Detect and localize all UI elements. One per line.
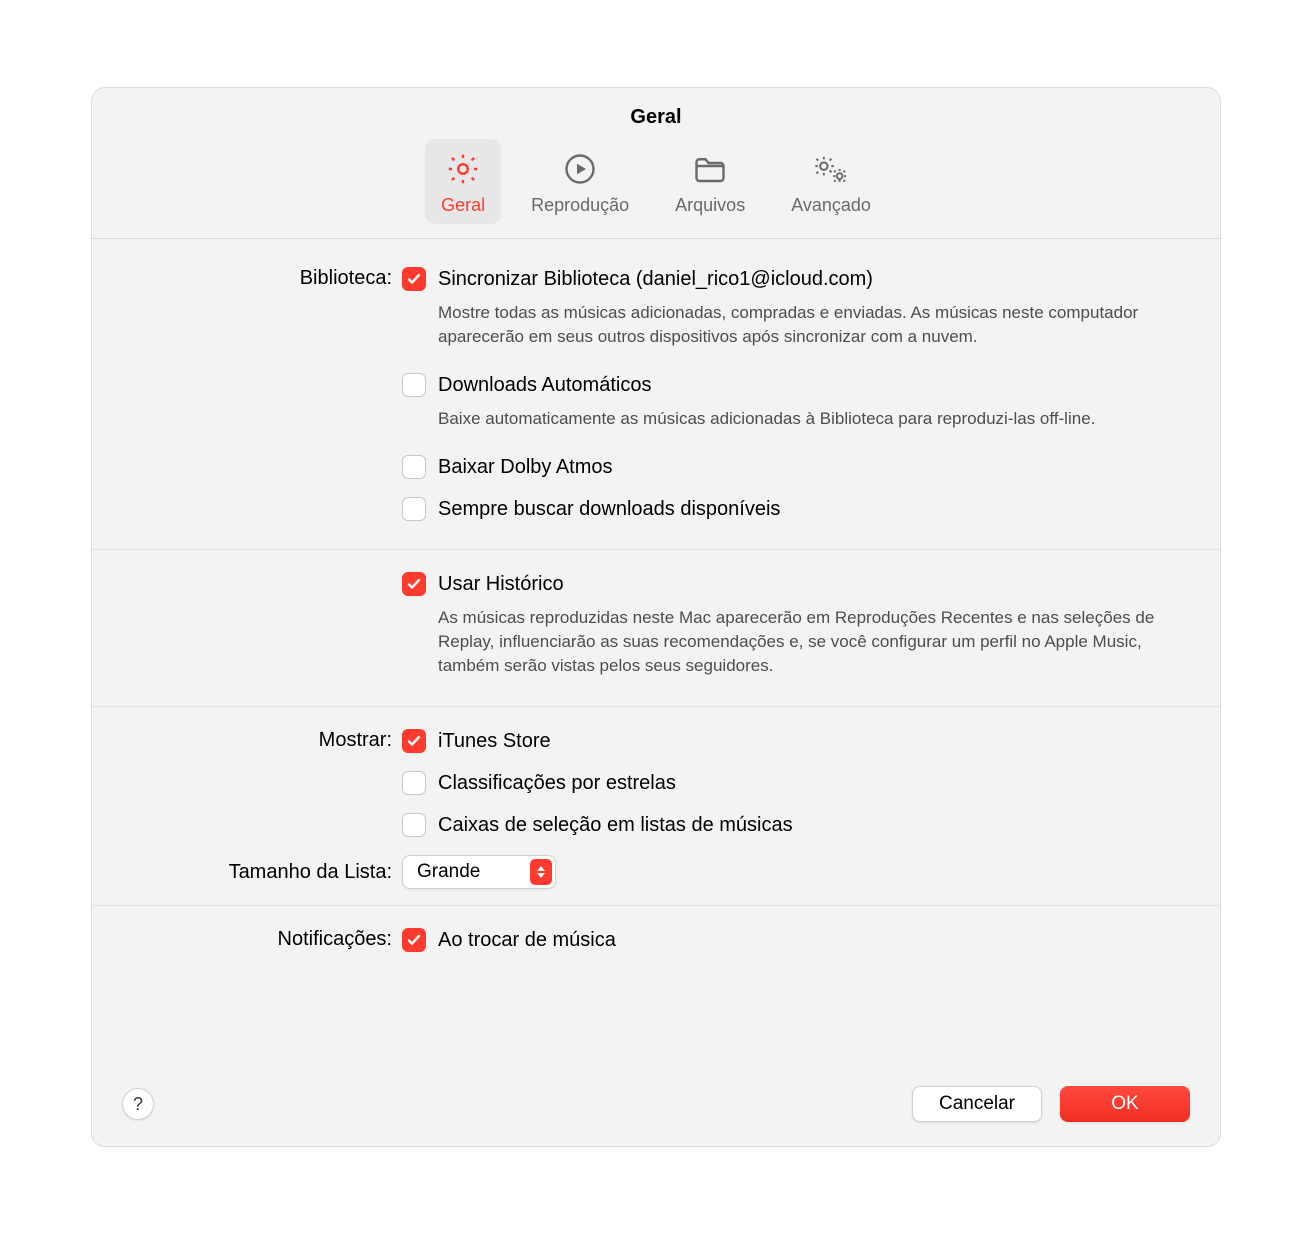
checkbox-dolby-atmos[interactable] [402, 455, 426, 479]
section-library: Biblioteca: Sincronizar Biblioteca (dani… [92, 265, 1220, 537]
option-dolby-atmos: Baixar Dolby Atmos [402, 453, 1180, 481]
option-label: Downloads Automáticos [438, 371, 651, 399]
tab-playback[interactable]: Reprodução [515, 139, 645, 224]
window-footer: ? Cancelar OK [92, 1070, 1220, 1146]
option-list-checkboxes: Caixas de seleção em listas de músicas [402, 811, 1180, 839]
option-description: Baixe automaticamente as músicas adicion… [438, 407, 1180, 431]
option-sync-library: Sincronizar Biblioteca (daniel_rico1@icl… [402, 265, 1180, 293]
checkbox-song-change[interactable] [402, 928, 426, 952]
option-label: Sincronizar Biblioteca (daniel_rico1@icl… [438, 265, 873, 293]
checkbox-use-history[interactable] [402, 572, 426, 596]
option-star-ratings: Classificações por estrelas [402, 769, 1180, 797]
option-label: Classificações por estrelas [438, 769, 676, 797]
preferences-window: Geral Geral Reprodução [91, 87, 1221, 1147]
gears-icon [811, 149, 851, 189]
option-always-check: Sempre buscar downloads disponíveis [402, 495, 1180, 523]
checkbox-itunes-store[interactable] [402, 729, 426, 753]
checkbox-list-checkboxes[interactable] [402, 813, 426, 837]
divider [92, 706, 1220, 707]
option-description: Mostre todas as músicas adicionadas, com… [438, 301, 1180, 349]
divider [92, 549, 1220, 550]
checkbox-sync-library[interactable] [402, 267, 426, 291]
option-label: iTunes Store [438, 727, 551, 755]
stepper-icon [530, 859, 552, 885]
section-label-show: Mostrar: [112, 727, 402, 855]
checkbox-always-check[interactable] [402, 497, 426, 521]
option-auto-downloads: Downloads Automáticos [402, 371, 1180, 399]
divider [92, 905, 1220, 906]
select-value: Grande [417, 861, 480, 883]
option-label: Usar Histórico [438, 570, 564, 598]
tab-label: Reprodução [531, 195, 629, 216]
section-label-list-size: Tamanho da Lista: [112, 861, 402, 884]
section-label-notifications: Notificações: [112, 926, 402, 962]
tab-label: Avançado [791, 195, 871, 216]
window-title: Geral [92, 106, 1220, 129]
select-list-size[interactable]: Grande [402, 855, 556, 889]
section-label-library: Biblioteca: [112, 265, 402, 537]
cancel-button[interactable]: Cancelar [912, 1086, 1042, 1122]
folder-icon [690, 149, 730, 189]
section-notifications: Notificações: Ao trocar de música [92, 926, 1220, 962]
tab-advanced[interactable]: Avançado [775, 139, 887, 224]
gear-icon [443, 149, 483, 189]
play-circle-icon [560, 149, 600, 189]
section-list-size: Tamanho da Lista: Grande [92, 855, 1220, 889]
tab-files[interactable]: Arquivos [659, 139, 761, 224]
option-label: Sempre buscar downloads disponíveis [438, 495, 780, 523]
checkbox-auto-downloads[interactable] [402, 373, 426, 397]
section-show: Mostrar: iTunes Store Classificações por… [92, 727, 1220, 855]
option-label: Caixas de seleção em listas de músicas [438, 811, 793, 839]
option-itunes-store: iTunes Store [402, 727, 1180, 755]
tab-general[interactable]: Geral [425, 139, 501, 224]
prefs-content: Biblioteca: Sincronizar Biblioteca (dani… [92, 239, 1220, 1070]
window-header: Geral Geral Reprodução [92, 88, 1220, 239]
option-label: Baixar Dolby Atmos [438, 453, 613, 481]
tab-label: Arquivos [675, 195, 745, 216]
option-description: As músicas reproduzidas neste Mac aparec… [438, 606, 1180, 678]
option-song-change: Ao trocar de música [402, 926, 1180, 954]
section-history: Usar Histórico As músicas reproduzidas n… [92, 570, 1220, 694]
help-button[interactable]: ? [122, 1088, 154, 1120]
checkbox-star-ratings[interactable] [402, 771, 426, 795]
option-label: Ao trocar de música [438, 926, 616, 954]
tab-label: Geral [441, 195, 485, 216]
option-use-history: Usar Histórico [402, 570, 1180, 598]
ok-button[interactable]: OK [1060, 1086, 1190, 1122]
prefs-toolbar: Geral Reprodução Arqui [92, 139, 1220, 239]
